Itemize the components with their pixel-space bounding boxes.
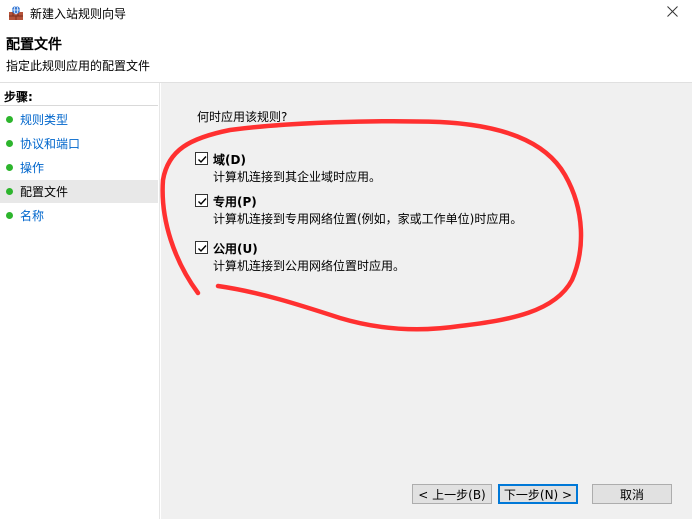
step-bullet-icon (6, 212, 13, 219)
back-button[interactable]: < 上一步(B) (412, 484, 492, 504)
next-button[interactable]: 下一步(N) > (498, 484, 578, 504)
private-option-desc: 计算机连接到专用网络位置(例如，家或工作单位)时应用。 (213, 212, 523, 226)
step-item-protocol-ports[interactable]: 协议和端口 (0, 132, 158, 155)
close-icon (666, 6, 678, 20)
wizard-header: 配置文件 指定此规则应用的配置文件 (0, 26, 692, 82)
step-label: 名称 (20, 209, 45, 223)
checkmark-icon (198, 198, 207, 206)
step-label: 配置文件 (20, 185, 69, 199)
step-label: 操作 (20, 161, 45, 175)
cancel-button[interactable]: 取消 (592, 484, 672, 504)
step-label: 规则类型 (20, 113, 69, 127)
step-bullet-icon (6, 164, 13, 171)
step-item-action[interactable]: 操作 (0, 156, 158, 179)
domain-option-desc: 计算机连接到其企业域时应用。 (213, 170, 382, 184)
step-bullet-icon (6, 188, 13, 195)
firewall-wall-icon (8, 5, 24, 21)
public-checkbox[interactable] (195, 241, 208, 254)
question-label: 何时应用该规则? (197, 110, 288, 124)
step-label: 协议和端口 (20, 137, 81, 151)
window-title: 新建入站规则向导 (30, 7, 127, 21)
private-option-title: 专用(P) (213, 195, 257, 209)
step-bullet-icon (6, 140, 13, 147)
page-title: 配置文件 (6, 37, 62, 53)
domain-option-title: 域(D) (213, 153, 246, 167)
public-option-title: 公用(U) (213, 242, 258, 256)
page-subtitle: 指定此规则应用的配置文件 (6, 59, 151, 73)
checkmark-icon (198, 156, 207, 164)
steps-divider (0, 105, 158, 106)
steps-sidebar: 步骤: 规则类型 协议和端口 操作 配置文件 名称 (0, 83, 160, 519)
step-item-name[interactable]: 名称 (0, 204, 158, 227)
step-item-profile[interactable]: 配置文件 (0, 180, 158, 203)
title-bar: 新建入站规则向导 (0, 0, 692, 26)
checkmark-icon (198, 245, 207, 253)
public-option-desc: 计算机连接到公用网络位置时应用。 (213, 259, 406, 273)
step-item-rule-type[interactable]: 规则类型 (0, 108, 158, 131)
step-bullet-icon (6, 116, 13, 123)
steps-label: 步骤: (4, 90, 33, 104)
wizard-window: 新建入站规则向导 配置文件 指定此规则应用的配置文件 步骤: 规则类型 协议和端… (0, 0, 692, 519)
main-pane: 何时应用该规则? 域(D) 计算机连接到其企业域时应用。 专用(P) 计算机连接… (161, 83, 692, 519)
private-checkbox[interactable] (195, 194, 208, 207)
close-button[interactable] (652, 0, 692, 26)
domain-checkbox[interactable] (195, 152, 208, 165)
